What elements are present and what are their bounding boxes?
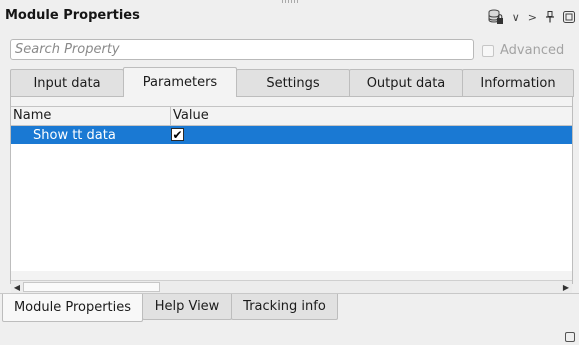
column-header-name[interactable]: Name <box>11 107 171 125</box>
tab-parameters[interactable]: Parameters <box>123 67 237 97</box>
table-header: Name Value <box>11 107 572 126</box>
table-row[interactable]: Show tt data ✔ <box>11 126 572 144</box>
tab-tracking-info[interactable]: Tracking info <box>231 294 338 320</box>
title-bar-controls: ∨ > <box>488 8 575 26</box>
advanced-checkbox-box[interactable] <box>482 44 494 57</box>
tab-help-view[interactable]: Help View <box>142 294 232 320</box>
chevron-down-icon[interactable]: ∨ <box>512 8 520 26</box>
tab-settings[interactable]: Settings <box>236 69 350 97</box>
search-property-input[interactable] <box>10 39 474 60</box>
scrollbar-thumb[interactable] <box>23 282 160 292</box>
float-window-icon[interactable] <box>565 332 575 342</box>
dock-grip[interactable] <box>282 0 300 3</box>
pin-icon[interactable] <box>545 8 555 26</box>
tab-input-data[interactable]: Input data <box>10 69 124 97</box>
horizontal-scrollbar[interactable]: ◀ ▶ <box>11 280 572 294</box>
tab-module-properties[interactable]: Module Properties <box>2 294 143 322</box>
panel-title: Module Properties <box>5 8 140 23</box>
parameters-panel: Name Value Show tt data ✔ ◀ ▶ <box>10 96 573 294</box>
tab-output-data[interactable]: Output data <box>349 69 463 97</box>
advanced-checkbox[interactable]: Advanced <box>482 43 564 58</box>
show-tt-data-checkbox[interactable]: ✔ <box>171 128 184 141</box>
column-header-value[interactable]: Value <box>171 107 209 125</box>
database-lock-icon[interactable] <box>488 8 504 26</box>
row-value-cell: ✔ <box>171 128 184 143</box>
tab-information[interactable]: Information <box>462 69 574 97</box>
chevron-right-icon[interactable]: > <box>528 8 537 26</box>
properties-tab-bar: Input data Parameters Settings Output da… <box>10 67 574 97</box>
float-window-icon[interactable] <box>563 8 575 26</box>
dock-tab-bar: Module Properties Help View Tracking inf… <box>2 294 338 322</box>
property-table: Name Value Show tt data ✔ ◀ ▶ <box>11 106 572 294</box>
row-name-cell: Show tt data <box>33 127 116 143</box>
advanced-label: Advanced <box>500 43 565 58</box>
